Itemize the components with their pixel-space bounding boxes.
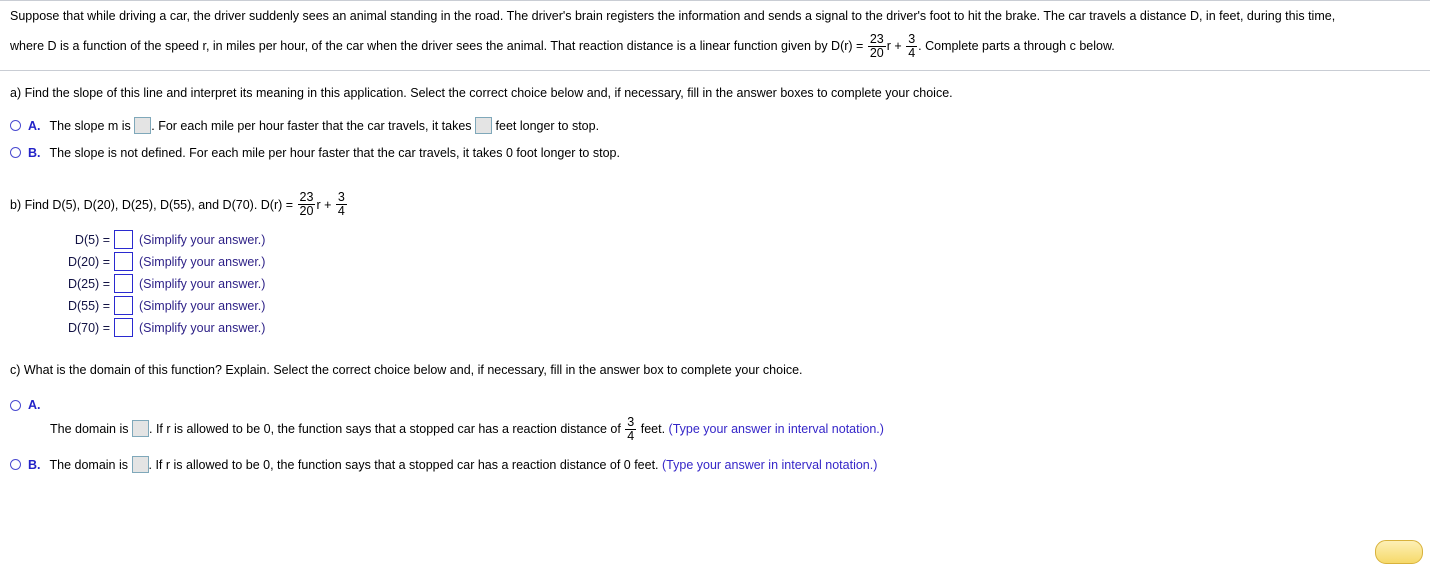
part-c-choice-a-text-1: The domain is [50,421,129,436]
part-c-choice-a-note: (Type your answer in interval notation.) [668,421,884,436]
part-c-fraction-3-over-4: 34 [625,414,637,443]
partial-bottom-button[interactable] [1375,540,1423,564]
part-b-hint-d5: (Simplify your answer.) [139,233,266,247]
part-c-choice-b-note: (Type your answer in interval notation.) [662,458,878,472]
part-b-row-d55: D(55) = (Simplify your answer.) [48,295,1430,317]
radio-icon-part-c-choice-b[interactable] [10,459,21,470]
part-b-formula-plus: + [324,197,332,212]
part-b-label-d55: D(55) = [67,299,110,313]
part-b-label-d25: D(25) = [67,277,110,291]
part-c-choice-a-head[interactable]: A. [10,397,1420,413]
part-b-fraction-23-over-20: 23 20 [297,189,316,218]
part-a-choice-b-label: B. [28,146,41,160]
part-b-fraction-3-over-4: 34 [335,189,347,218]
problem-statement-line-2-tail: . Complete parts a through c below. [918,39,1115,53]
part-b-prompt-row: b) Find D(5), D(20), D(25), D(55), and D… [0,189,1430,218]
part-c-answer-box-b[interactable] [131,456,149,474]
part-b-hint-d25: (Simplify your answer.) [139,277,266,291]
part-b-answer-box-d25[interactable] [114,273,133,293]
part-a-answer-box-2[interactable] [475,117,493,135]
part-c-choice-a[interactable]: A. The domain is . If r is allowed to be… [10,397,1420,443]
part-b-hint-d70: (Simplify your answer.) [139,321,266,335]
problem-statement: Suppose that while driving a car, the dr… [0,1,1430,61]
part-b-row-d20: D(20) = (Simplify your answer.) [48,251,1430,273]
problem-formula-plus: + [894,39,902,53]
part-c-choice-b-text-1: The domain is [49,458,129,472]
part-b-answer-list: D(5) = (Simplify your answer.) D(20) = (… [48,229,1430,339]
problem-fraction-23-over-20: 23 20 [867,31,886,60]
section-divider [0,70,1430,71]
part-b-answer-box-d20[interactable] [114,251,133,271]
part-a-answer-box-1[interactable] [134,117,152,135]
problem-fraction-3-over-4: 34 [906,31,918,60]
part-c-choices: A. The domain is . If r is allowed to be… [0,397,1430,477]
problem-statement-line-1: Suppose that while driving a car, the dr… [10,9,1336,23]
part-c-choice-a-text-3: feet. [640,421,666,436]
radio-icon-part-a-choice-a[interactable] [10,120,21,131]
part-a: a) Find the slope of this line and inter… [0,80,1430,165]
problem-statement-line-2-text: where D is a function of the speed r, in… [10,39,864,53]
part-c: c) What is the domain of this function? … [0,357,1430,477]
part-b-answer-box-d70[interactable] [114,317,133,337]
part-b-label-d20: D(20) = [67,255,110,269]
part-a-choice-a-text-1: The slope m is [49,119,131,133]
part-b-row-d70: D(70) = (Simplify your answer.) [48,317,1430,339]
part-c-choice-a-label: A. [28,398,41,412]
part-a-choice-a-text-2: . For each mile per hour faster that the… [151,119,472,133]
part-b-hint-d55: (Simplify your answer.) [139,299,266,313]
radio-icon-part-a-choice-b[interactable] [10,147,21,158]
part-a-prompt: a) Find the slope of this line and inter… [10,86,953,100]
radio-icon-part-c-choice-a[interactable] [10,399,21,411]
part-b-answer-box-d5[interactable] [114,229,133,249]
part-a-choice-b-text: The slope is not defined. For each mile … [49,146,620,160]
part-a-choice-b[interactable]: B. The slope is not defined. For each mi… [10,141,1420,165]
part-a-choices: A. The slope m is . For each mile per ho… [0,114,1430,165]
part-b-label-d5: D(5) = [74,233,110,247]
part-b-answer-box-d55[interactable] [114,295,133,315]
part-c-choice-a-text-2: . If r is allowed to be 0, the function … [149,421,621,436]
part-c-choice-b-text-2: . If r is allowed to be 0, the function … [148,458,659,472]
part-c-choice-a-body: The domain is . If r is allowed to be 0,… [10,414,1420,443]
part-a-choice-a-label: A. [28,119,41,133]
part-b-label-d70: D(70) = [67,321,110,335]
part-a-choice-a[interactable]: A. The slope m is . For each mile per ho… [10,114,1420,138]
part-b-prompt: b) Find D(5), D(20), D(25), D(55), and D… [10,197,294,212]
part-c-choice-b[interactable]: B. The domain is . If r is allowed to be… [10,453,1420,477]
part-b-hint-d20: (Simplify your answer.) [139,255,266,269]
part-b: b) Find D(5), D(20), D(25), D(55), and D… [0,189,1430,339]
part-c-choice-b-label: B. [28,458,41,472]
problem-page: Suppose that while driving a car, the dr… [0,0,1430,564]
problem-statement-line-2: where D is a function of the speed r, in… [0,31,1430,61]
part-b-row-d5: D(5) = (Simplify your answer.) [48,229,1430,251]
part-c-prompt: c) What is the domain of this function? … [10,363,803,377]
part-c-answer-box-a[interactable] [132,420,149,437]
part-a-choice-a-text-3: feet longer to stop. [495,119,600,133]
part-b-row-d25: D(25) = (Simplify your answer.) [48,273,1430,295]
